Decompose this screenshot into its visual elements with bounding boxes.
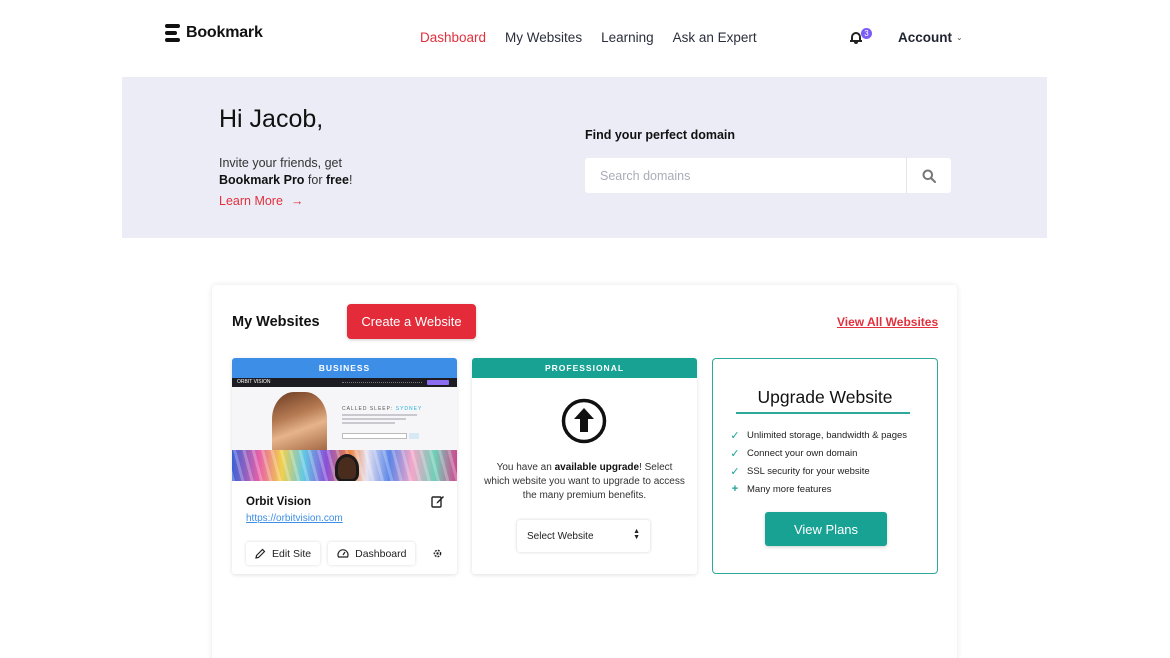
feature-text: Connect your own domain [747, 447, 858, 459]
pencil-icon [255, 548, 266, 559]
preview-logo: ORBIT VISION [237, 379, 271, 385]
learn-more-label: Learn More [219, 194, 283, 208]
preview-navbar: ORBIT VISION [232, 378, 457, 387]
logo-icon [165, 24, 180, 42]
top-nav: Bookmark Dashboard My Websites Learning … [0, 0, 1170, 76]
edit-site-button[interactable]: Edit Site [246, 542, 321, 565]
preview-input-button [409, 433, 419, 439]
plus-icon: + [731, 483, 739, 495]
nav-link-my-websites[interactable]: My Websites [505, 30, 582, 45]
nav-link-learning[interactable]: Learning [601, 30, 654, 45]
preview-nav-button [427, 380, 449, 385]
invite-free: free [326, 173, 349, 187]
feature-text: Unlimited storage, bandwidth & pages [747, 429, 908, 441]
tier-badge: PROFESSIONAL [472, 358, 697, 378]
website-preview-thumbnail[interactable]: ORBIT VISION CALLED SLEEP: SYDNEY [232, 378, 457, 481]
arrow-up-circle-icon [561, 398, 607, 444]
create-website-button[interactable]: Create a Website [347, 304, 476, 339]
feature-item: ✓ Unlimited storage, bandwidth & pages [730, 426, 907, 444]
invite-for: for [304, 173, 326, 187]
professional-upgrade-card: PROFESSIONAL You have an available upgra… [472, 358, 697, 574]
nav-link-ask-an-expert[interactable]: Ask an Expert [673, 30, 757, 45]
preview-nav-links [342, 382, 422, 383]
upgrade-website-card: Upgrade Website ✓ Unlimited storage, band… [712, 358, 938, 574]
invite-text: Invite your friends, get Bookmark Pro fo… [219, 155, 352, 189]
upgrade-text-bold: available upgrade [554, 462, 640, 473]
upgrade-description: You have an available upgrade! Select wh… [484, 461, 685, 503]
check-icon: ✓ [730, 447, 740, 460]
invite-line: Invite your friends, get [219, 156, 342, 170]
preview-body-text [342, 414, 417, 426]
gear-icon [433, 549, 442, 558]
select-arrows-icon: ▲ ▼ [633, 528, 640, 541]
feature-item: ✓ SSL security for your website [730, 462, 907, 480]
domain-search-box [585, 158, 951, 193]
preview-headline-prefix: CALLED SLEEP: [342, 406, 396, 412]
chevron-down-icon: ⌄ [956, 33, 963, 42]
select-website-value: Select Website [527, 530, 594, 542]
preview-input [342, 433, 407, 439]
dashboard-button[interactable]: Dashboard [328, 542, 416, 565]
feature-list: ✓ Unlimited storage, bandwidth & pages ✓ C… [730, 426, 907, 498]
logo[interactable]: Bookmark [165, 24, 263, 42]
preview-headline: CALLED SLEEP: SYDNEY [342, 406, 422, 412]
dashboard-label: Dashboard [355, 547, 407, 560]
settings-button[interactable] [427, 544, 447, 564]
account-label: Account [898, 30, 952, 45]
account-menu[interactable]: Account ⌄ [898, 30, 963, 45]
upgrade-website-title: Upgrade Website [757, 387, 893, 407]
learn-more-link[interactable]: Learn More → [219, 194, 303, 208]
feature-item: ✓ Connect your own domain [730, 444, 907, 462]
domain-search-label: Find your perfect domain [585, 128, 736, 142]
website-actions: Edit Site Dashboard [246, 542, 447, 565]
preview-face-image [335, 454, 359, 481]
domain-search-input[interactable] [585, 158, 906, 193]
feature-item: + Many more features [730, 480, 907, 498]
tier-badge: BUSINESS [232, 358, 457, 378]
check-icon: ✓ [730, 465, 740, 478]
edit-site-label: Edit Site [272, 547, 312, 560]
check-icon: ✓ [730, 429, 740, 442]
speedometer-icon [337, 549, 349, 558]
hero-banner: Hi Jacob, Invite your friends, get Bookm… [122, 77, 1047, 238]
view-plans-button[interactable]: View Plans [765, 512, 887, 546]
logo-text: Bookmark [186, 24, 263, 41]
my-websites-title: My Websites [232, 314, 320, 330]
main-nav: Dashboard My Websites Learning Ask an Ex… [420, 30, 757, 45]
website-card: BUSINESS ORBIT VISION CALLED SLEEP: SYDN… [232, 358, 457, 574]
view-all-websites-link[interactable]: View All Websites [837, 315, 938, 329]
upgrade-text-prefix: You have an [496, 462, 555, 473]
arrow-right-icon: → [290, 194, 304, 208]
feature-text: SSL security for your website [747, 465, 870, 477]
invite-end: ! [348, 173, 353, 187]
domain-search-button[interactable] [906, 158, 951, 193]
my-websites-panel: My Websites Create a Website View All We… [212, 285, 957, 658]
greeting-heading: Hi Jacob, [219, 105, 324, 133]
feature-text: Many more features [747, 483, 832, 495]
notification-badge: 3 [861, 28, 872, 39]
website-url-link[interactable]: https://orbitvision.com [246, 513, 343, 524]
select-website-dropdown[interactable]: Select Website ▲ ▼ [517, 520, 650, 552]
search-icon [922, 169, 936, 183]
preview-headline-accent: SYDNEY [395, 406, 423, 412]
edit-icon[interactable] [431, 494, 445, 508]
website-name: Orbit Vision [246, 496, 311, 508]
title-underline [736, 412, 910, 414]
nav-link-dashboard[interactable]: Dashboard [420, 30, 486, 45]
invite-brand: Bookmark Pro [219, 173, 305, 187]
invite-line-2: Bookmark Pro for free! [219, 172, 352, 189]
